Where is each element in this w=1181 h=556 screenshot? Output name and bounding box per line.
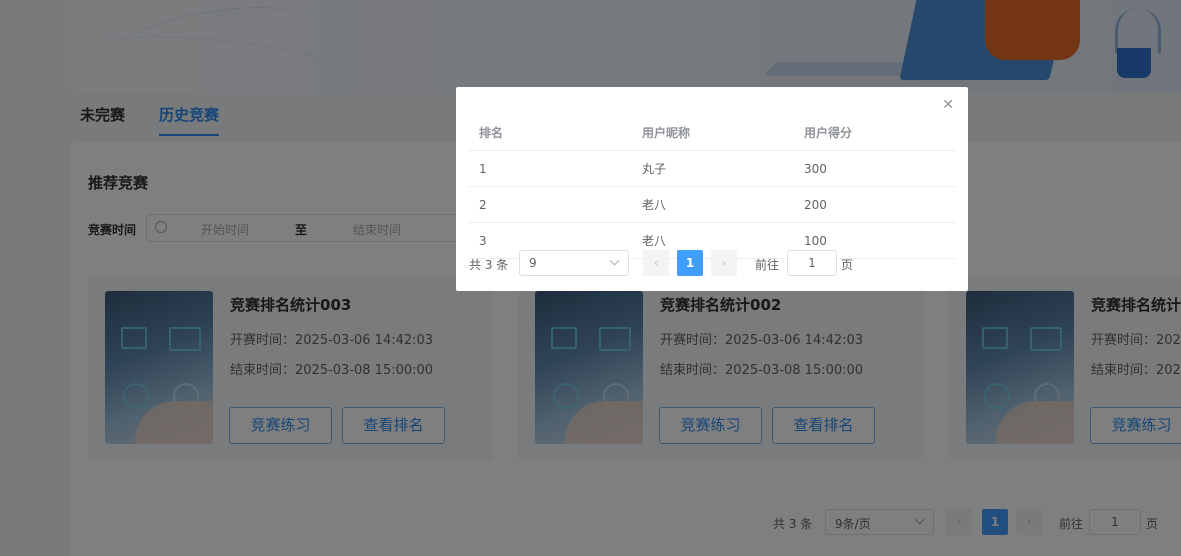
page-number-current[interactable]: 1 [677, 250, 703, 276]
pagination-total: 共 3 条 [469, 258, 509, 272]
chevron-down-icon [609, 255, 620, 266]
page-size-value: 9 [529, 256, 537, 270]
dialog-pagination: 共 3 条 9 ‹ 1 › 前往 1 页 [469, 250, 869, 276]
next-page-button[interactable]: › [711, 250, 737, 276]
goto-label: 前往 [755, 258, 780, 272]
cell-nickname: 老八 [632, 186, 794, 223]
goto-page-input[interactable]: 1 [787, 250, 837, 276]
column-header-nickname: 用户昵称 [632, 115, 794, 151]
cell-rank: 1 [469, 150, 632, 187]
column-header-score: 用户得分 [794, 115, 955, 151]
cell-score: 200 [794, 186, 955, 223]
page-size-select[interactable]: 9 [519, 250, 629, 276]
prev-page-button[interactable]: ‹ [643, 250, 669, 276]
table-row: 1 丸子 300 [469, 150, 955, 187]
goto-unit: 页 [841, 258, 854, 272]
ranking-dialog: ✕ 排名 用户昵称 用户得分 1 丸子 300 2 老八 200 3 老八 10… [456, 87, 968, 291]
table-row: 2 老八 200 [469, 186, 955, 223]
cell-score: 300 [794, 150, 955, 187]
ranking-table: 排名 用户昵称 用户得分 1 丸子 300 2 老八 200 3 老八 100 [469, 115, 955, 259]
cell-nickname: 丸子 [632, 150, 794, 187]
close-icon[interactable]: ✕ [942, 97, 954, 113]
table-header-row: 排名 用户昵称 用户得分 [469, 115, 955, 151]
column-header-rank: 排名 [469, 115, 632, 151]
cell-rank: 2 [469, 186, 632, 223]
